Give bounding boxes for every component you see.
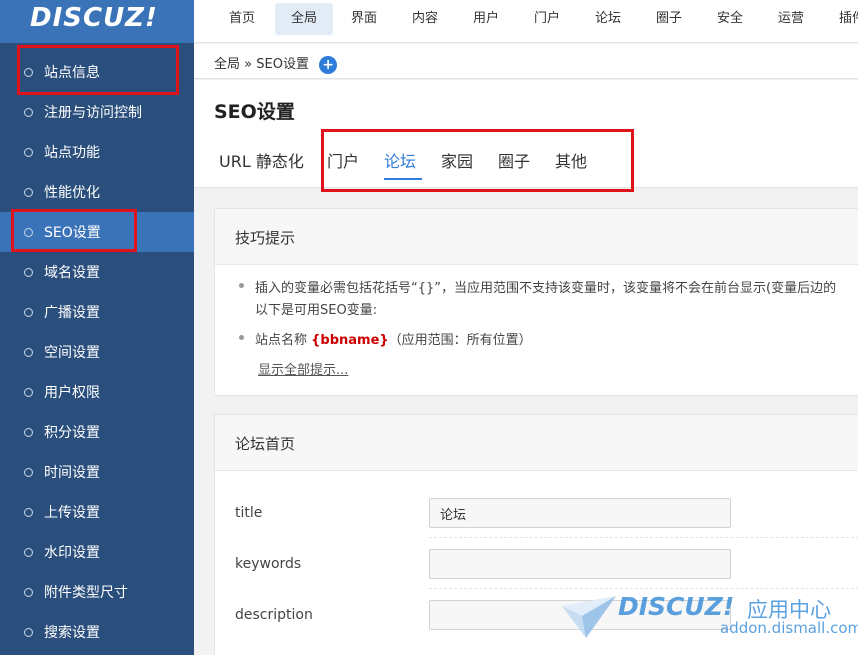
description-label: description (235, 607, 313, 623)
tab-other[interactable]: 其他 (555, 148, 587, 172)
sidebar-item-broadcast[interactable]: 广播设置 (0, 292, 194, 332)
nav-home[interactable]: 首页 (218, 3, 266, 35)
circle-icon (24, 307, 33, 317)
show-all-tips-link[interactable]: 显示全部提示... (258, 359, 348, 378)
sidebar-item-label: 性能优化 (44, 185, 100, 201)
nav-interface[interactable]: 界面 (340, 3, 388, 35)
breadcrumb-current: SEO设置 (256, 57, 309, 72)
row-divider (429, 537, 858, 538)
page-title: SEO设置 (214, 101, 295, 123)
sidebar-item-label: 注册与访问控制 (44, 105, 142, 121)
nav-users[interactable]: 用户 (462, 3, 510, 35)
circle-icon (24, 227, 33, 237)
tab-home[interactable]: 家园 (441, 148, 473, 172)
circle-icon (24, 547, 33, 557)
keywords-label: keywords (235, 556, 302, 572)
sidebar-item-label: 附件类型尺寸 (44, 585, 128, 601)
row-divider (429, 588, 858, 589)
tips-panel: 技巧提示 插入的变量必需包括花括号“{}”，当应用范围不支持该变量时，该变量将不… (214, 208, 858, 396)
tips-title: 技巧提示 (215, 209, 858, 265)
sidebar-item-label: 上传设置 (44, 505, 100, 521)
tab-forum[interactable]: 论坛 (384, 148, 416, 172)
sidebar-item-label: SEO设置 (44, 225, 101, 241)
tab-group[interactable]: 圈子 (498, 148, 530, 172)
tip-available-vars: 以下是可用SEO变量: (255, 303, 378, 318)
forum-home-panel: 论坛首页 title keywords description (214, 414, 858, 655)
sidebar-item-label: 搜索设置 (44, 625, 100, 641)
top-nav: 首页 全局 界面 内容 用户 门户 论坛 圈子 安全 运营 插件 (194, 0, 858, 43)
keywords-input[interactable] (429, 549, 731, 579)
tip-variables-note: 插入的变量必需包括花括号“{}”，当应用范围不支持该变量时，该变量将不会在前台显… (255, 281, 837, 296)
circle-icon (24, 507, 33, 517)
sidebar-item-label: 空间设置 (44, 345, 100, 361)
sidebar: DISCUZ! 站点信息 注册与访问控制 站点功能 性能优化 SEO设置 域名设… (0, 0, 194, 655)
circle-icon (24, 187, 33, 197)
nav-forum[interactable]: 论坛 (584, 3, 632, 35)
sidebar-item-label: 积分设置 (44, 425, 100, 441)
circle-icon (24, 387, 33, 397)
bullet-icon (239, 335, 244, 340)
sidebar-item-site-features[interactable]: 站点功能 (0, 132, 194, 172)
sidebar-item-label: 站点信息 (44, 65, 100, 81)
nav-security[interactable]: 安全 (706, 3, 754, 35)
breadcrumb-root[interactable]: 全局 (214, 57, 240, 72)
circle-icon (24, 427, 33, 437)
sidebar-item-space[interactable]: 空间设置 (0, 332, 194, 372)
discuz-logo: DISCUZ! (0, 0, 194, 43)
sidebar-item-register-access[interactable]: 注册与访问控制 (0, 92, 194, 132)
sidebar-item-label: 用户权限 (44, 385, 100, 401)
sidebar-item-credits[interactable]: 积分设置 (0, 412, 194, 452)
sidebar-item-site-info[interactable]: 站点信息 (0, 52, 194, 92)
plus-circle-icon[interactable]: + (319, 55, 338, 74)
nav-group[interactable]: 圈子 (645, 3, 693, 35)
nav-portal[interactable]: 门户 (523, 3, 571, 35)
sidebar-item-label: 水印设置 (44, 545, 100, 561)
sidebar-item-label: 域名设置 (44, 265, 100, 281)
sidebar-item-label: 站点功能 (44, 145, 100, 161)
bullet-icon (239, 283, 244, 288)
active-tab-indicator (384, 178, 422, 180)
sidebar-item-upload[interactable]: 上传设置 (0, 492, 194, 532)
circle-icon (24, 147, 33, 157)
sidebar-item-label: 广播设置 (44, 305, 100, 321)
nav-global[interactable]: 全局 (275, 3, 333, 35)
breadcrumb: 全局 » SEO设置 + (194, 44, 858, 79)
tip-variable-row: 站点名称 {bbname}（应用范围：所有位置） (255, 329, 532, 348)
sidebar-item-search[interactable]: 搜索设置 (0, 612, 194, 652)
sidebar-item-domain[interactable]: 域名设置 (0, 252, 194, 292)
sidebar-item-performance[interactable]: 性能优化 (0, 172, 194, 212)
title-input[interactable] (429, 498, 731, 528)
sidebar-item-time[interactable]: 时间设置 (0, 452, 194, 492)
sidebar-item-attachment-types[interactable]: 附件类型尺寸 (0, 572, 194, 612)
page-header: SEO设置 URL 静态化 门户 论坛 家园 圈子 其他 (194, 80, 858, 188)
sidebar-item-watermark[interactable]: 水印设置 (0, 532, 194, 572)
sidebar-item-user-permissions[interactable]: 用户权限 (0, 372, 194, 412)
forum-home-title: 论坛首页 (215, 415, 858, 471)
circle-icon (24, 587, 33, 597)
circle-icon (24, 347, 33, 357)
variable-label: 站点名称 (255, 333, 308, 348)
sidebar-item-label: 时间设置 (44, 465, 100, 481)
variable-scope: （应用范围：所有位置） (388, 333, 532, 348)
title-label: title (235, 505, 263, 521)
tab-url-static[interactable]: URL 静态化 (219, 148, 304, 172)
circle-icon (24, 467, 33, 477)
nav-content[interactable]: 内容 (401, 3, 449, 35)
breadcrumb-separator: » (244, 57, 253, 72)
variable-name: {bbname} (311, 333, 389, 348)
description-input[interactable] (429, 600, 731, 630)
circle-icon (24, 67, 33, 77)
circle-icon (24, 627, 33, 637)
main-content: 全局 » SEO设置 + SEO设置 URL 静态化 门户 论坛 家园 圈子 其… (194, 44, 858, 655)
nav-operations[interactable]: 运营 (767, 3, 815, 35)
circle-icon (24, 267, 33, 277)
tab-portal[interactable]: 门户 (327, 148, 359, 172)
nav-plugins[interactable]: 插件 (828, 3, 858, 35)
circle-icon (24, 107, 33, 117)
sidebar-item-seo[interactable]: SEO设置 (0, 212, 194, 252)
